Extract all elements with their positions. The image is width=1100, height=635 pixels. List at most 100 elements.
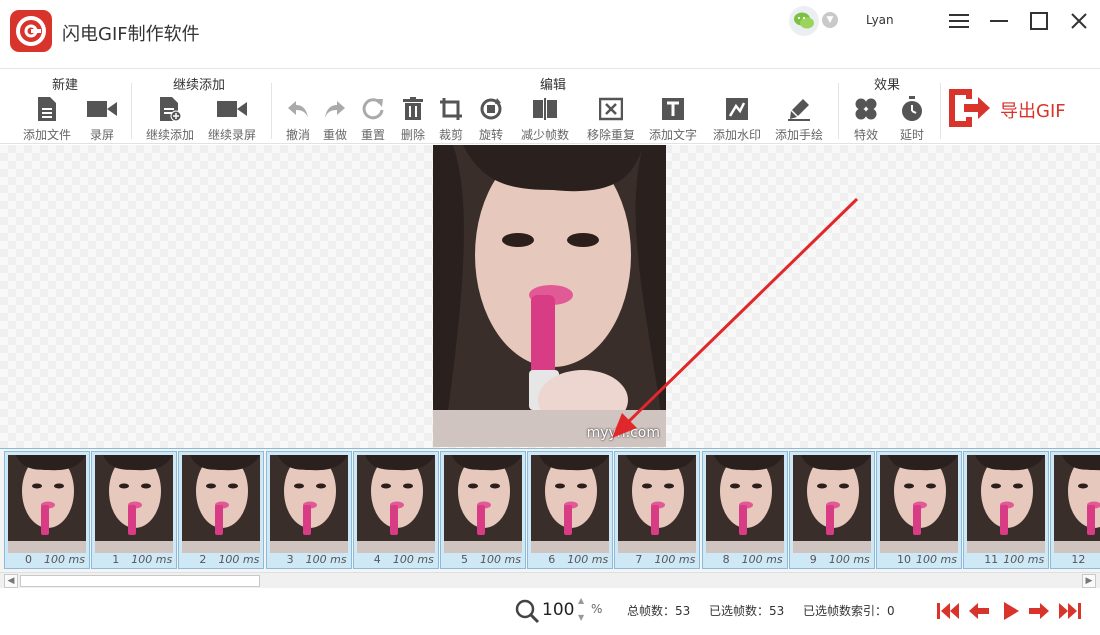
minimize-button[interactable]: [984, 8, 1014, 34]
frame-duration: 100 ms: [1003, 553, 1045, 566]
username[interactable]: Lyan: [866, 13, 894, 27]
account-dropdown-icon[interactable]: ▼: [822, 12, 838, 28]
frame-image: [8, 455, 86, 553]
reset-button[interactable]: 重置: [358, 95, 388, 143]
frame-thumbnail[interactable]: 4 100 ms: [352, 451, 439, 569]
frame-thumbnail[interactable]: 3 100 ms: [265, 451, 352, 569]
close-button[interactable]: [1064, 8, 1094, 34]
scroll-left-icon[interactable]: ◀: [4, 574, 18, 588]
add-drawing-button[interactable]: 添加手绘: [773, 95, 825, 143]
frame-duration: 100 ms: [44, 553, 85, 566]
frame-image: [967, 455, 1046, 553]
video-camera-icon: [86, 95, 118, 123]
preview-canvas: myyh.com: [0, 145, 1100, 448]
zoom-up-icon[interactable]: ▲: [578, 596, 584, 605]
export-gif-button[interactable]: 导出GIF: [946, 87, 1076, 133]
skip-start-icon: [937, 603, 959, 619]
first-frame-button[interactable]: [935, 599, 961, 623]
frame-duration: 100 ms: [828, 553, 870, 566]
frame-image: [618, 455, 697, 553]
last-frame-button[interactable]: [1057, 599, 1083, 623]
frame-thumbnail[interactable]: 1 100 ms: [91, 451, 178, 569]
frame-index: 3: [286, 553, 294, 566]
document-add-icon: [158, 95, 182, 123]
menu-button[interactable]: [944, 8, 974, 34]
reduce-frames-button[interactable]: 减少帧数: [516, 95, 574, 143]
zoom-icon: [514, 598, 540, 628]
separator: [940, 83, 941, 139]
frame-index: 6: [548, 553, 556, 566]
effects-button[interactable]: 特效: [851, 95, 881, 143]
add-watermark-button[interactable]: 添加水印: [711, 95, 763, 143]
frame-thumbnail[interactable]: 0 100 ms: [4, 451, 90, 569]
delay-button[interactable]: 延时: [897, 95, 927, 143]
play-button[interactable]: [998, 599, 1024, 623]
remove-image-icon: [599, 95, 623, 123]
frame-thumbnail[interactable]: 10 100 ms: [876, 451, 962, 569]
frame-thumbnail[interactable]: 5 100 ms: [440, 451, 526, 569]
frame-thumbnail[interactable]: 2 100 ms: [178, 451, 265, 569]
rotate-button[interactable]: 旋转: [476, 95, 506, 143]
maximize-button[interactable]: [1024, 8, 1054, 34]
prev-frame-button[interactable]: [966, 599, 992, 623]
frame-index: 2: [199, 553, 207, 566]
continue-record-button[interactable]: 继续录屏: [206, 95, 258, 143]
status-bar: 100 ▲ ▼ % 总帧数：53 已选帧数：53 已选帧数索引：0: [0, 589, 1100, 635]
frame-image: [880, 455, 958, 553]
record-button[interactable]: 录屏: [84, 95, 120, 143]
zoom-input[interactable]: 100: [542, 600, 574, 620]
frame-index: 1: [112, 553, 120, 566]
toolbar: 新建 继续添加 编辑 效果 添加文件 录屏 继续添加 继续录屏 撤消 重做 重置…: [0, 68, 1100, 144]
document-icon: [36, 95, 58, 123]
scroll-right-icon[interactable]: ▶: [1082, 574, 1096, 588]
skip-end-icon: [1059, 603, 1081, 619]
next-frame-button[interactable]: [1026, 599, 1052, 623]
app-logo-icon: [10, 10, 52, 52]
frame-index: 12: [1071, 553, 1086, 566]
frame-index: 11: [984, 553, 999, 566]
frame-duration: 100 ms: [392, 553, 434, 566]
frame-image: [356, 455, 435, 553]
frame-thumbnail[interactable]: 12: [1050, 451, 1100, 569]
frame-duration: 100 ms: [218, 553, 260, 566]
export-icon: [946, 86, 992, 134]
delete-button[interactable]: 删除: [398, 95, 428, 143]
remove-duplicate-button[interactable]: 移除重复: [583, 95, 639, 143]
group-label-new: 新建: [52, 78, 79, 93]
total-frames: 总帧数：53: [627, 604, 691, 618]
redo-button[interactable]: 重做: [320, 95, 350, 143]
brush-icon: [787, 95, 811, 123]
frame-duration: 100 ms: [480, 553, 521, 566]
separator: [271, 83, 272, 139]
text-icon: [661, 95, 685, 123]
undo-button[interactable]: 撤消: [283, 95, 313, 143]
zoom-unit: %: [591, 602, 603, 616]
frame-thumbnail[interactable]: 8 100 ms: [701, 451, 788, 569]
frame-thumbnail[interactable]: 11 100 ms: [963, 451, 1050, 569]
crop-button[interactable]: 裁剪: [436, 95, 466, 143]
video-camera-icon: [216, 95, 248, 123]
frame-thumbnail[interactable]: 7 100 ms: [614, 451, 701, 569]
trash-icon: [402, 95, 424, 123]
continue-add-button[interactable]: 继续添加: [144, 95, 196, 143]
wechat-icon[interactable]: [789, 6, 819, 36]
filmstrip-scrollbar[interactable]: ◀ ▶: [0, 572, 1100, 588]
scrollbar-thumb[interactable]: [20, 575, 260, 587]
frame-thumbnail[interactable]: 9 100 ms: [788, 451, 875, 569]
frame-image: [531, 455, 610, 553]
frame-duration: 100 ms: [654, 553, 696, 566]
frame-index: 8: [722, 553, 730, 566]
rotate-icon: [479, 95, 503, 123]
add-text-button[interactable]: 添加文字: [647, 95, 699, 143]
effects-icon: [854, 95, 878, 123]
arrow-right-icon: [1029, 603, 1049, 619]
timer-icon: [900, 95, 924, 123]
frame-duration: 100 ms: [131, 553, 173, 566]
frame-duration: 100 ms: [567, 553, 609, 566]
frame-index: 10: [897, 553, 911, 566]
frame-thumbnail[interactable]: 6 100 ms: [527, 451, 614, 569]
zoom-down-icon[interactable]: ▼: [578, 613, 584, 622]
frame-index: 9: [809, 553, 817, 566]
add-file-button[interactable]: 添加文件: [22, 95, 72, 143]
frame-image: [705, 455, 784, 553]
